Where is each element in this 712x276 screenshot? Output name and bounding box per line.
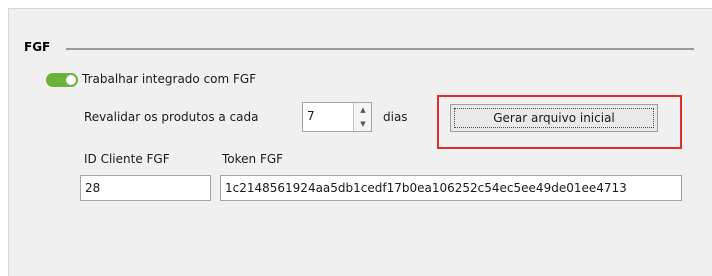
integration-toggle-label: Trabalhar integrado com FGF	[82, 72, 257, 86]
token-field[interactable]: 1c2148561924aa5db1cedf17b0ea106252c54ec5…	[220, 175, 682, 201]
revalidate-days-stepper[interactable]: 7 ▲ ▼	[302, 102, 372, 132]
token-label: Token FGF	[222, 152, 284, 166]
section-divider	[66, 48, 694, 50]
revalidate-days-value[interactable]: 7	[307, 109, 315, 123]
client-id-field[interactable]: 28	[80, 175, 211, 201]
stepper-down-icon[interactable]: ▼	[354, 117, 372, 131]
client-id-label: ID Cliente FGF	[84, 152, 170, 166]
revalidate-label: Revalidar os produtos a cada	[84, 110, 259, 124]
section-title: FGF	[24, 40, 51, 54]
integration-toggle[interactable]	[46, 73, 78, 87]
stepper-up-icon[interactable]: ▲	[354, 103, 372, 117]
toggle-knob	[66, 75, 76, 85]
generate-button-label: Gerar arquivo inicial	[454, 108, 654, 128]
stepper-buttons: ▲ ▼	[353, 103, 371, 131]
days-label: dias	[383, 110, 408, 124]
generate-initial-file-button[interactable]: Gerar arquivo inicial	[450, 104, 658, 132]
